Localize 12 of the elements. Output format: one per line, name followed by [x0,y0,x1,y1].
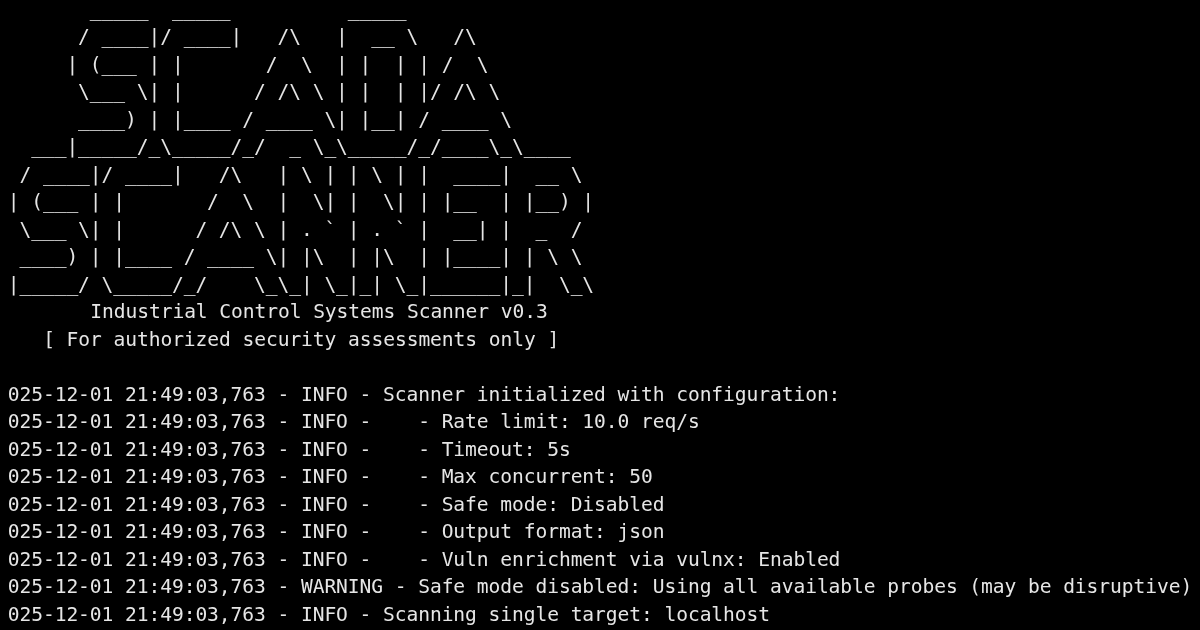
subtitle: Industrial Control Systems Scanner v0.3 [90,299,548,325]
log-line: 025-12-01 21:49:03,763 - INFO - - Max concurrent: 50 [7,464,653,490]
notice-text: [ For authorized security assessments only ] [43,326,560,353]
log-line: 025-12-01 21:49:03,763 - INFO - Scanning single target: localhost [7,601,770,628]
ascii-art-title: _____ _____ _____ / ____|/ ____| /\ | __ \ /\ | (___ | | / \ | | | | / \ \___ \| | / /\ \ | | | |/ /\ \ ____) | |____ / ____ \| |__| / ____ \ ___|_____/_\_____/_/ _ \_\_____/_/____\_\____ / ____|/ ____| /\ | \ | | \ | | ____| __ \ | (___ | | / \ | \| | \| | |__ | |__) | \___ \| | / /\ \ | . ` | . ` | __| | _ / ____) | |____ / ____ \| |\ | |\ | |____| | \ \ |_____/ \_____/_/ \_\_| \_|_| \_|______|_| \_\ [7,0,595,298]
log-line: 025-12-01 21:49:03,763 - INFO - - Vuln enrichment via vulnx: Enabled [7,546,841,573]
log-line: 025-12-01 21:49:03,763 - WARNING - Safe mode disabled: Using all available probes (may be disruptive) [7,574,1193,600]
log-line: 025-12-01 21:49:03,763 - INFO - - Output format: json [7,519,665,545]
log-line: 025-12-01 21:49:03,763 - INFO - - Safe mode: Disabled [7,491,665,518]
log-line: 025-12-01 21:49:03,763 - INFO - - Rate limit: 10.0 req/s [7,409,700,435]
log-line: 025-12-01 21:49:03,763 - INFO - - Timeout: 5s [7,436,571,463]
log-line: 025-12-01 21:49:03,763 - INFO - Scanner initialized with configuration: [7,381,841,408]
